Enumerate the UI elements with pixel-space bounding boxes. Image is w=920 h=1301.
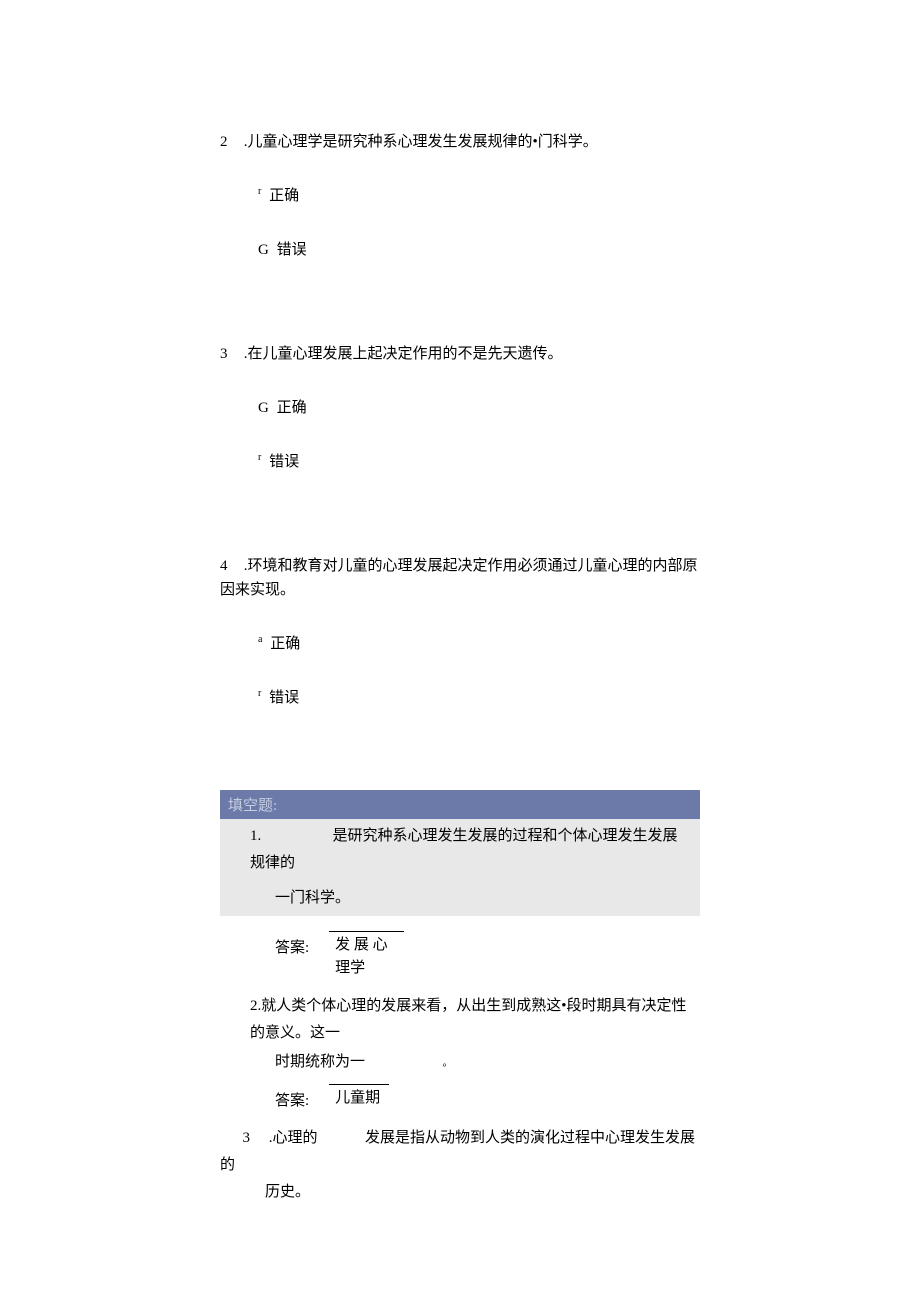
fill-text: 是研究种系心理发生发展的过程和个体心理发生发展规律的 (250, 828, 678, 871)
radio-marker: a (258, 634, 262, 645)
question-3: 3 .在儿童心理发展上起决定作用的不是先天遗传。 G 正确 r 错误 (220, 342, 700, 474)
fill-blank-section-header: 填空题: (220, 790, 700, 819)
question-4-text: 4 .环境和教育对儿童的心理发展起决定作用必须通过儿童心理的内部原因来实现。 (220, 554, 700, 602)
fill-text: 一门科学。 (275, 890, 350, 906)
answer-label: 答案: (275, 931, 309, 960)
fill-q2-line2: 时期统称为一 。 (275, 1049, 700, 1076)
fill-q1-line2: 一门科学。 (220, 881, 700, 916)
answer-label: 答案: (275, 1084, 309, 1113)
question-body: .在儿童心理发展上起决定作用的不是先天遗传。 (244, 346, 563, 362)
fill-number: 1. (250, 823, 275, 850)
option-label: 正确 (269, 188, 299, 204)
fill-blank-questions: 1. 是研究种系心理发生发展的过程和个体心理发生发展规律的 一门科学。 答案: … (220, 819, 700, 1206)
question-number: 4 (220, 554, 240, 578)
option-wrong[interactable]: r 错误 (258, 686, 700, 710)
fill-q3-line2: 历史。 (265, 1179, 700, 1206)
option-label: 错误 (269, 454, 299, 470)
radio-marker: G (258, 242, 269, 258)
option-label: 错误 (269, 690, 299, 706)
question-number: 3 (220, 342, 240, 366)
answer-value: 发 展 心 理学 (329, 931, 404, 981)
option-wrong[interactable]: G 错误 (258, 238, 700, 262)
fill-q1-answer: 答案: 发 展 心 理学 (275, 931, 700, 981)
option-correct[interactable]: a 正确 (258, 632, 700, 656)
fill-text: 2.就人类个体心理的发展来看，从出生到成熟这•段时期具有决定性的意义。这一 (250, 998, 687, 1041)
question-body: .环境和教育对儿童的心理发展起决定作用必须通过儿童心理的内部原因来实现。 (220, 558, 698, 598)
fill-q2-line1: 2.就人类个体心理的发展来看，从出生到成熟这•段时期具有决定性的意义。这一 (250, 993, 700, 1047)
fill-text: 。 (443, 1058, 453, 1069)
radio-marker: r (258, 186, 261, 197)
fill-q3-line1: 3 .心理的 发展是指从动物到人类的演化过程中心理发生发展的 (220, 1125, 700, 1179)
radio-marker: r (258, 452, 261, 463)
fill-q2-answer: 答案: 儿童期 (275, 1084, 700, 1113)
fill-text: 历史。 (265, 1184, 310, 1200)
option-label: 错误 (277, 242, 307, 258)
fill-q1-line1: 1. 是研究种系心理发生发展的过程和个体心理发生发展规律的 (220, 819, 700, 881)
answer-value: 儿童期 (329, 1084, 389, 1112)
question-2: 2 .儿童心理学是研究种系心理发生发展规律的•门科学。 r 正确 G 错误 (220, 130, 700, 262)
radio-marker: G (258, 400, 269, 416)
question-3-text: 3 .在儿童心理发展上起决定作用的不是先天遗传。 (220, 342, 700, 366)
option-correct[interactable]: G 正确 (258, 396, 700, 420)
option-label: 正确 (277, 400, 307, 416)
option-label: 正确 (270, 636, 300, 652)
question-2-text: 2 .儿童心理学是研究种系心理发生发展规律的•门科学。 (220, 130, 700, 154)
question-number: 2 (220, 130, 240, 154)
question-body: .儿童心理学是研究种系心理发生发展规律的•门科学。 (244, 134, 598, 150)
question-4: 4 .环境和教育对儿童的心理发展起决定作用必须通过儿童心理的内部原因来实现。 a… (220, 554, 700, 710)
radio-marker: r (258, 688, 261, 699)
option-correct[interactable]: r 正确 (258, 184, 700, 208)
fill-number: 3 (220, 1125, 250, 1152)
option-wrong[interactable]: r 错误 (258, 450, 700, 474)
fill-text: .心理的 (269, 1130, 318, 1146)
fill-text: 时期统称为一 (275, 1054, 365, 1070)
